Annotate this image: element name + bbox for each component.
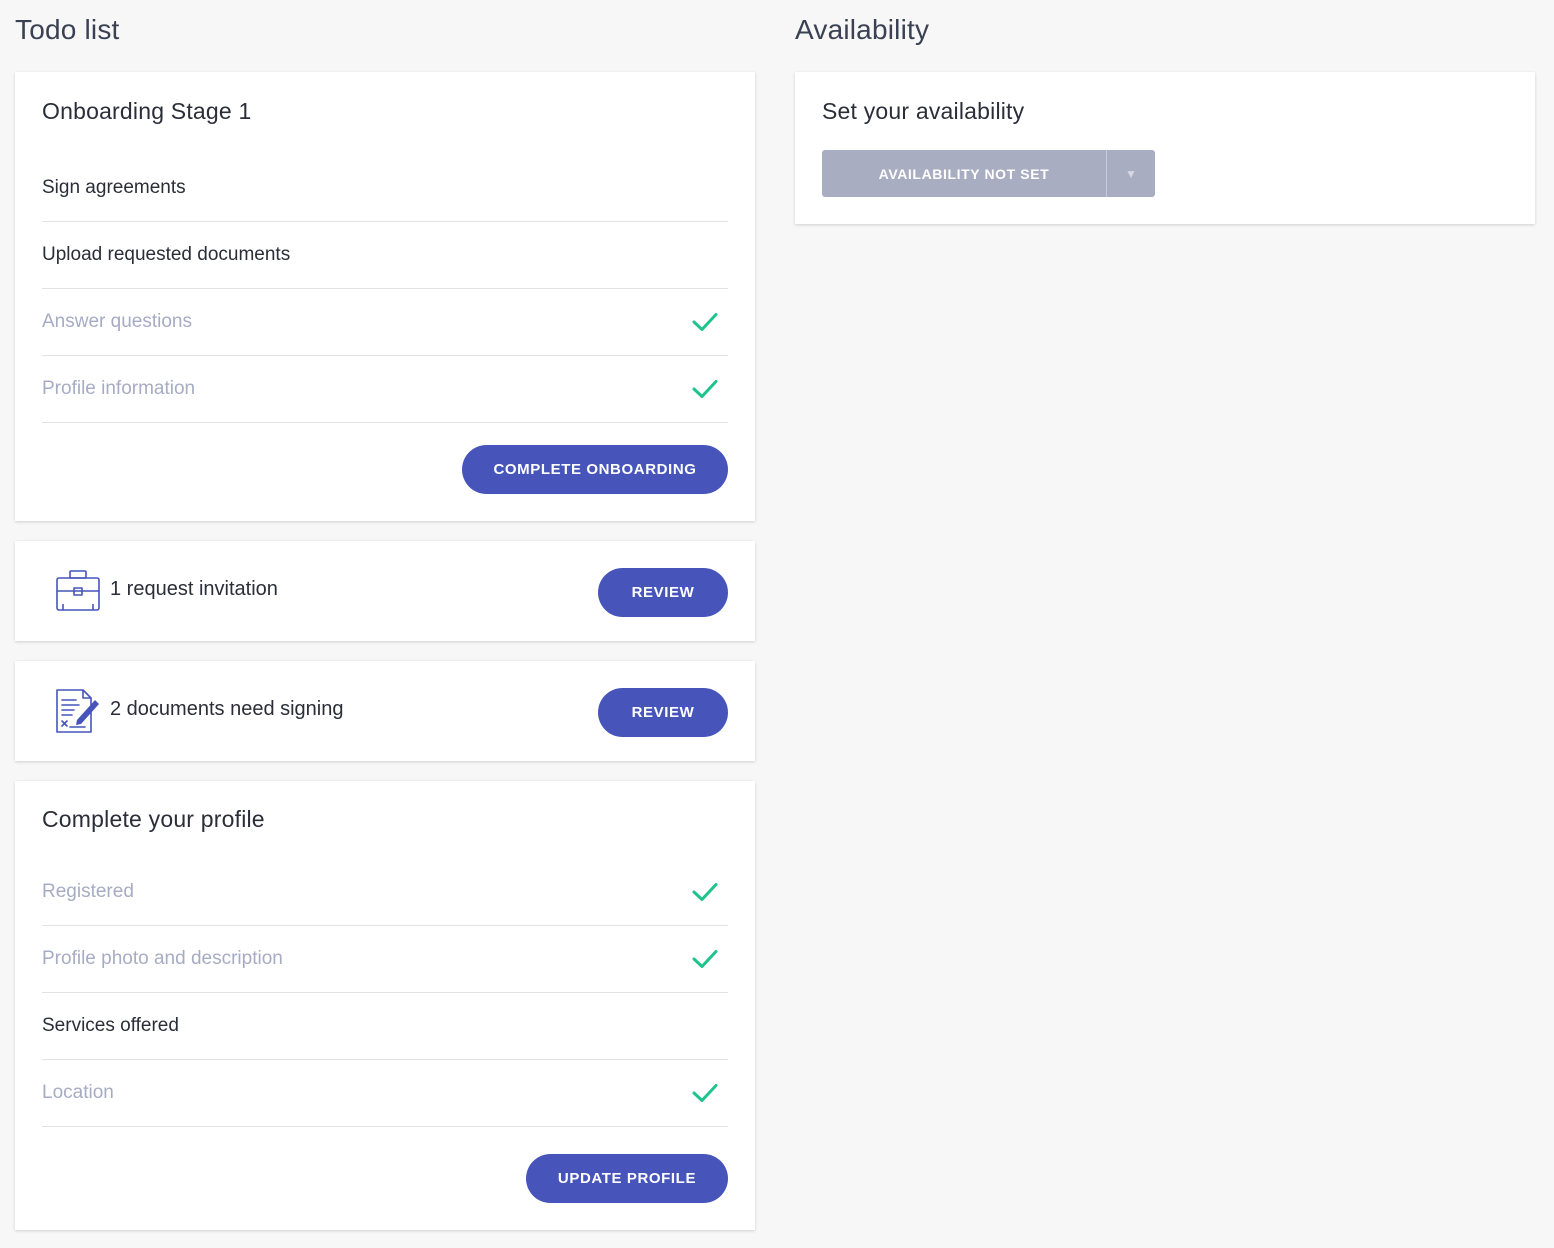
profile-item-label: Registered — [42, 881, 134, 902]
profile-item-label: Location — [42, 1082, 114, 1103]
availability-heading: Availability — [795, 14, 930, 45]
profile-item-label: Profile photo and description — [42, 948, 283, 969]
document-sign-icon — [55, 688, 101, 739]
complete-onboarding-button[interactable]: COMPLETE ONBOARDING — [462, 445, 728, 494]
review-documents-button[interactable]: REVIEW — [598, 688, 728, 737]
onboarding-item-label: Profile information — [42, 378, 196, 399]
briefcase-icon — [55, 569, 101, 618]
request-invitation-card: 1 request invitation REVIEW — [15, 541, 755, 641]
availability-card: Set your availability AVAILABILITY NOT S… — [795, 72, 1535, 224]
review-invitation-button[interactable]: REVIEW — [598, 568, 728, 617]
documents-signing-text: 2 documents need signing — [110, 698, 344, 720]
check-icon — [692, 879, 718, 905]
onboarding-item-label: Sign agreements — [42, 177, 186, 198]
check-icon — [692, 376, 718, 402]
check-icon — [692, 309, 718, 335]
documents-signing-card: 2 documents need signing REVIEW — [15, 661, 755, 761]
profile-item-location[interactable]: Location — [42, 1060, 728, 1127]
availability-dropdown[interactable]: AVAILABILITY NOT SET ▼ — [822, 150, 1155, 197]
availability-card-title: Set your availability — [822, 98, 1025, 124]
complete-profile-card: Complete your profile Registered Profile… — [15, 781, 755, 1230]
onboarding-item-label: Upload requested documents — [42, 244, 291, 265]
profile-item-label: Services offered — [42, 1015, 179, 1036]
complete-profile-title: Complete your profile — [42, 806, 265, 832]
onboarding-item-sign-agreements[interactable]: Sign agreements — [42, 155, 728, 222]
onboarding-card: Onboarding Stage 1 Sign agreements Uploa… — [15, 72, 755, 521]
check-icon — [692, 1080, 718, 1106]
onboarding-item-answer-questions[interactable]: Answer questions — [42, 289, 728, 356]
check-icon — [692, 946, 718, 972]
chevron-down-icon[interactable]: ▼ — [1107, 150, 1155, 197]
profile-item-registered[interactable]: Registered — [42, 859, 728, 926]
onboarding-title: Onboarding Stage 1 — [42, 98, 252, 124]
profile-item-photo-description[interactable]: Profile photo and description — [42, 926, 728, 993]
onboarding-item-label: Answer questions — [42, 311, 192, 332]
profile-item-services-offered[interactable]: Services offered — [42, 993, 728, 1060]
update-profile-button[interactable]: UPDATE PROFILE — [526, 1154, 728, 1203]
onboarding-item-upload-documents[interactable]: Upload requested documents — [42, 222, 728, 289]
request-invitation-text: 1 request invitation — [110, 578, 278, 600]
availability-dropdown-label[interactable]: AVAILABILITY NOT SET — [822, 150, 1106, 197]
onboarding-item-profile-information[interactable]: Profile information — [42, 356, 728, 423]
todo-list-heading: Todo list — [15, 14, 120, 45]
